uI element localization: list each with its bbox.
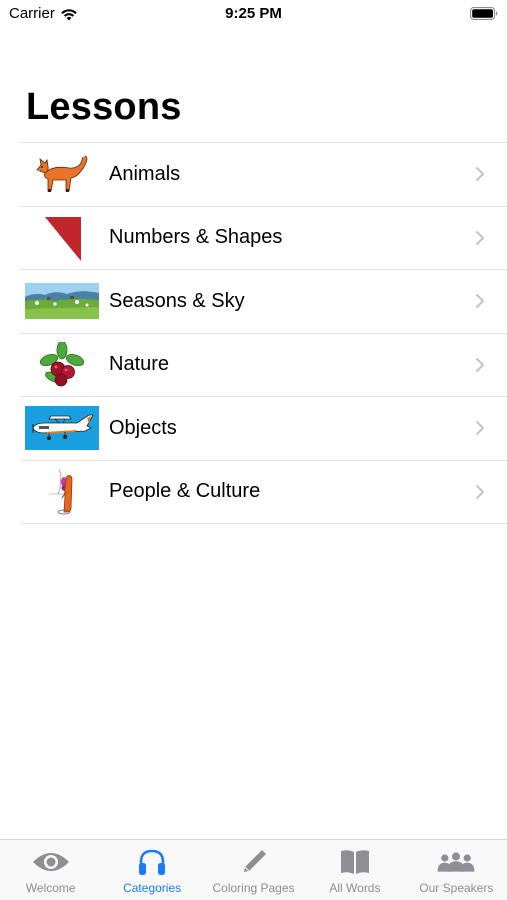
chevron-right-icon	[476, 230, 484, 245]
lessons-screen: Carrier 9:25 PM Lessons Animals Numbers …	[0, 0, 507, 900]
list-item-label: Seasons & Sky	[109, 289, 245, 312]
tab-coloring-pages[interactable]: Coloring Pages	[203, 840, 304, 900]
tab-bar: Welcome Categories Coloring Pages All Wo…	[0, 839, 507, 900]
tab-label: Coloring Pages	[212, 881, 295, 895]
people-icon	[436, 848, 476, 876]
list-item-label: Numbers & Shapes	[109, 226, 283, 249]
tab-welcome[interactable]: Welcome	[0, 840, 101, 900]
tab-label: Welcome	[25, 881, 76, 895]
status-bar: Carrier 9:25 PM	[0, 0, 507, 30]
list-item-seasons-sky[interactable]: Seasons & Sky	[20, 270, 507, 334]
tab-label: Categories	[123, 881, 182, 895]
chevron-right-icon	[476, 294, 484, 309]
list-item-label: Objects	[109, 416, 177, 439]
person-icon	[25, 469, 99, 515]
tab-categories[interactable]: Categories	[101, 840, 202, 900]
fox-icon	[25, 151, 99, 197]
chevron-right-icon	[476, 484, 484, 499]
berries-icon	[25, 341, 99, 388]
list-item-animals[interactable]: Animals	[20, 143, 507, 207]
chevron-right-icon	[476, 421, 484, 436]
page-title: Lessons	[26, 86, 182, 128]
list-item-numbers-shapes[interactable]: Numbers & Shapes	[20, 207, 507, 270]
tab-label: Our Speakers	[419, 881, 494, 895]
list-item-nature[interactable]: Nature	[20, 334, 507, 397]
chevron-right-icon	[476, 357, 484, 372]
triangle-icon	[25, 215, 99, 261]
list-item-label: Animals	[109, 162, 181, 185]
list-item-label: Nature	[109, 353, 170, 376]
book-icon	[335, 848, 375, 876]
pencil-icon	[234, 848, 274, 876]
eye-icon	[31, 848, 71, 876]
airplane-icon	[25, 405, 99, 451]
list-item-people-culture[interactable]: People & Culture	[20, 461, 507, 524]
lessons-list: Animals Numbers & Shapes Seasons & Sky N…	[20, 142, 507, 524]
status-time: 9:25 PM	[225, 5, 282, 22]
headphones-icon	[132, 848, 172, 876]
tab-all-words[interactable]: All Words	[304, 840, 405, 900]
list-item-label: People & Culture	[109, 480, 261, 503]
chevron-right-icon	[476, 167, 484, 182]
tab-our-speakers[interactable]: Our Speakers	[406, 840, 507, 900]
list-item-objects[interactable]: Objects	[20, 397, 507, 461]
landscape-icon	[25, 278, 99, 324]
tab-label: All Words	[329, 881, 381, 895]
battery-icon	[470, 7, 498, 20]
